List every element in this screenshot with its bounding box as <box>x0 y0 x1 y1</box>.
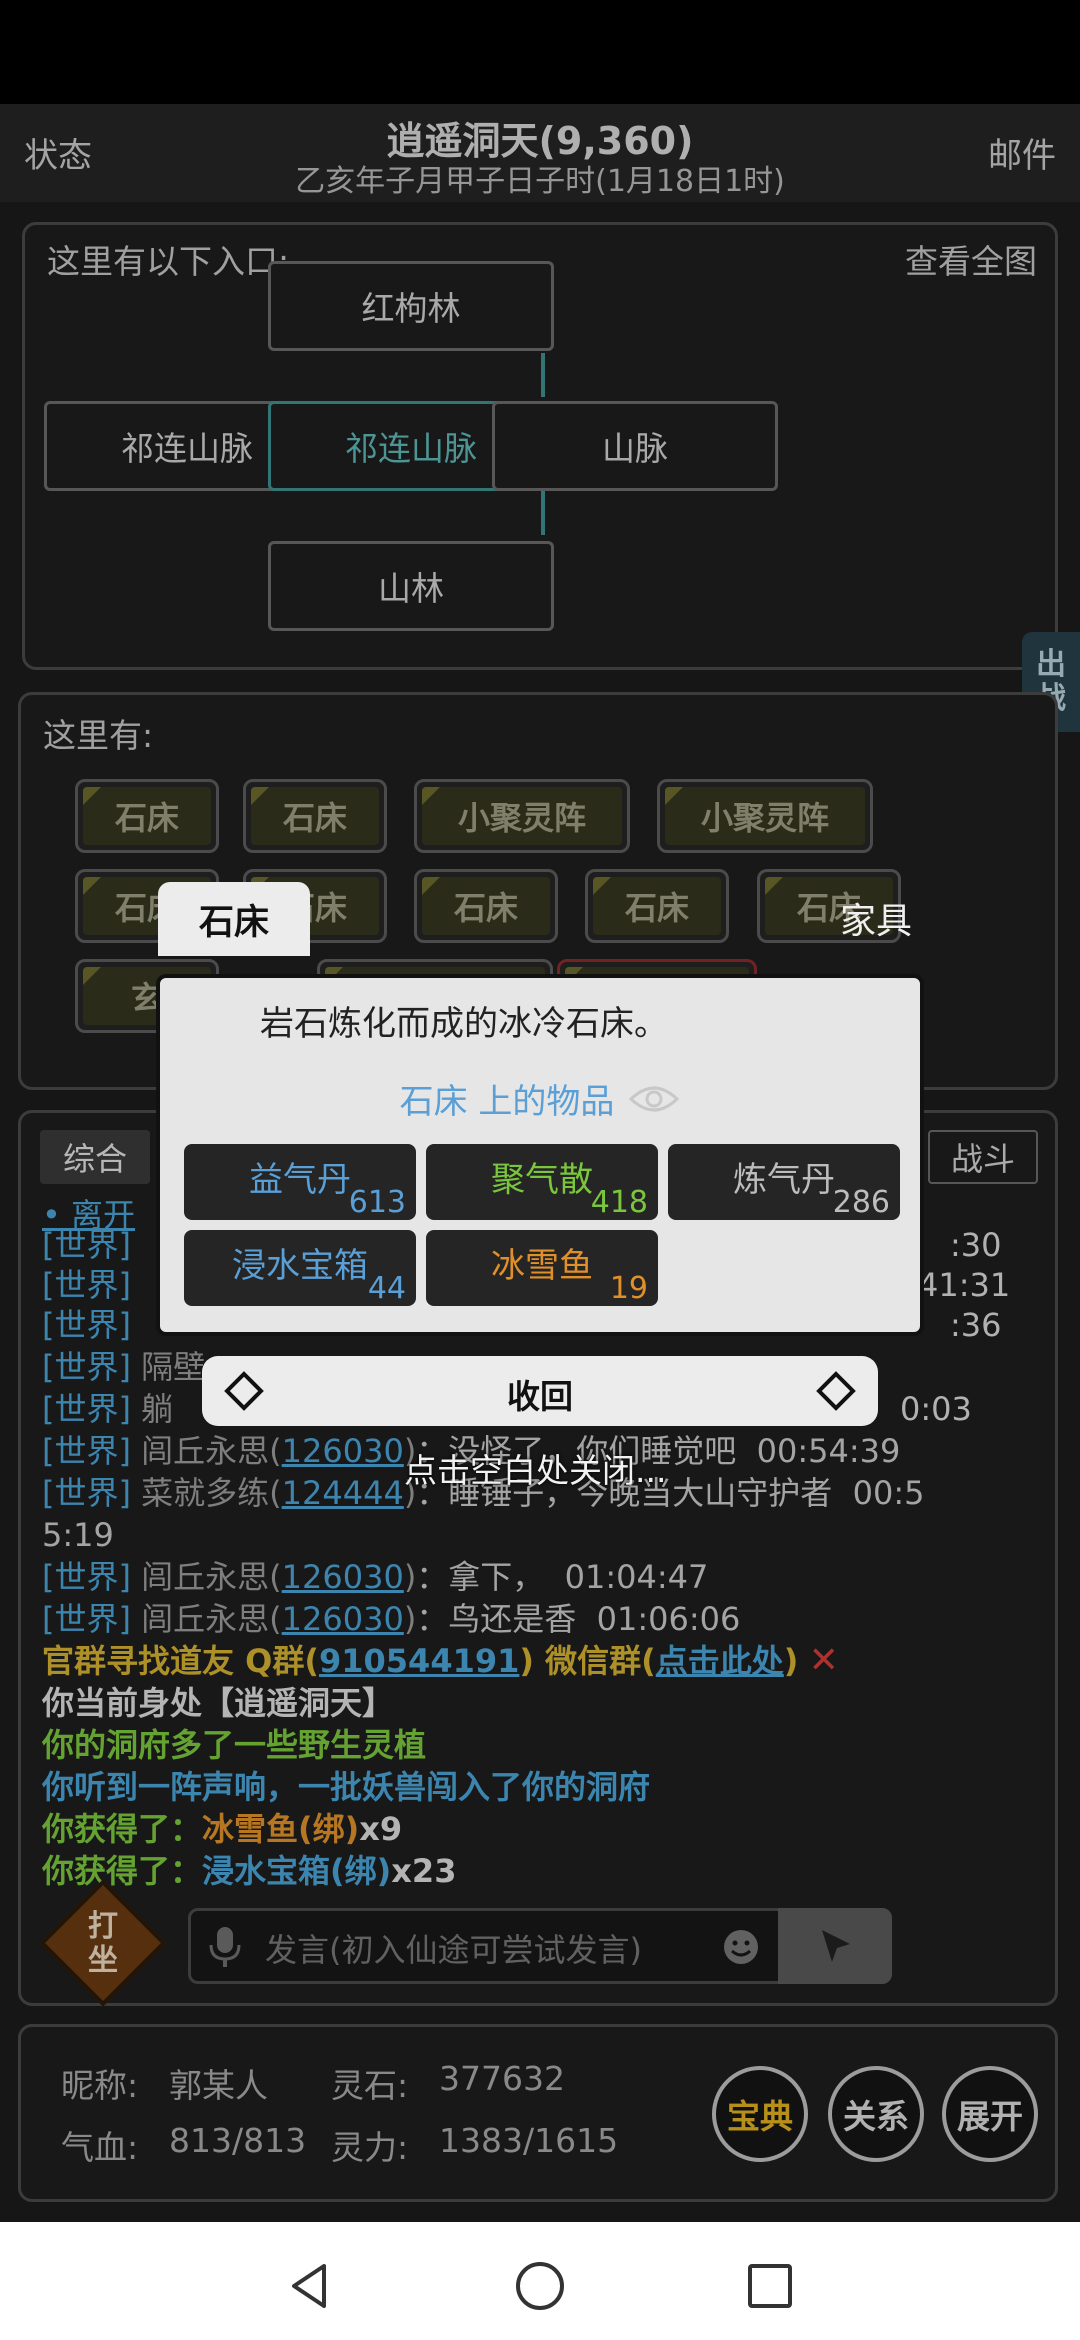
item-chip[interactable]: 炼气丹 286 <box>668 1144 900 1220</box>
system-nav-bar <box>0 2222 1080 2340</box>
item-count: 418 <box>590 1185 648 1220</box>
back-icon[interactable] <box>284 2260 336 2312</box>
item-detail-popup: 岩石炼化而成的冰冷石床。 石床 上的物品 益气丹 613 聚气散 418 炼气丹… <box>156 974 924 1336</box>
close-hint: 点击空白处关闭... <box>404 1451 667 1490</box>
item-count: 44 <box>367 1271 406 1306</box>
item-count: 286 <box>832 1185 890 1220</box>
item-description: 岩石炼化而成的冰冷石床。 <box>260 1004 668 1044</box>
status-bar <box>0 0 1080 104</box>
item-chip[interactable]: 聚气散 418 <box>426 1144 658 1220</box>
item-chip[interactable]: 冰雪鱼 19 <box>426 1230 658 1306</box>
items-on-object-row: 石床 上的物品 <box>160 1074 920 1123</box>
item-chip[interactable]: 浸水宝箱 44 <box>184 1230 416 1306</box>
collapse-label: 收回 <box>507 1377 573 1416</box>
item-count: 19 <box>609 1271 648 1306</box>
diamond-icon <box>816 1371 856 1411</box>
item-chip[interactable]: 益气丹 613 <box>184 1144 416 1220</box>
item-count: 613 <box>348 1185 406 1220</box>
popup-category: 家具 <box>840 901 913 942</box>
items-on-object-label: 石床 上的物品 <box>399 1082 615 1122</box>
collapse-button[interactable]: 收回 <box>202 1356 878 1426</box>
home-icon[interactable] <box>514 2260 566 2312</box>
recents-icon[interactable] <box>744 2260 796 2312</box>
popup-title-tab: 石床 <box>158 882 310 956</box>
eye-icon[interactable] <box>628 1083 680 1115</box>
